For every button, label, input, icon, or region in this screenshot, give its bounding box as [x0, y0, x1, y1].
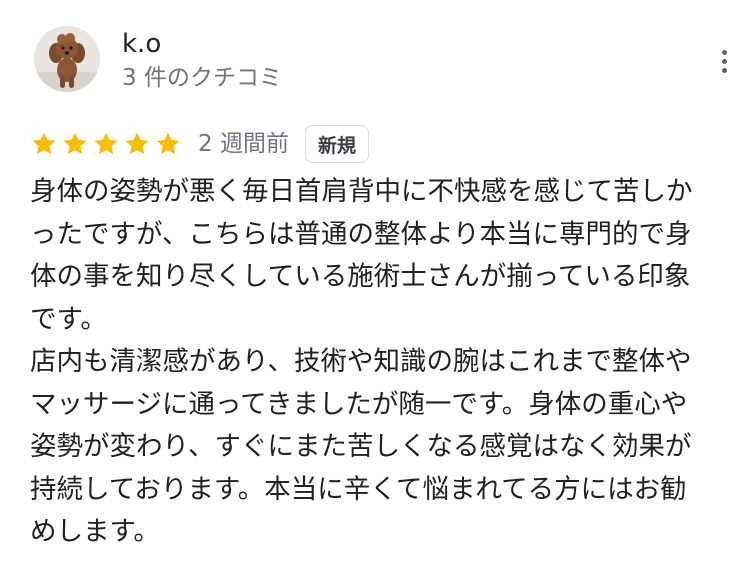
review-date: 2 週間前: [198, 131, 289, 157]
author-review-count[interactable]: 3 件のクチコミ: [122, 63, 282, 93]
review-text-line: 体の事を知り尽くしている施術士さんが揃っている印象: [30, 261, 691, 292]
star-icon: [123, 130, 151, 158]
star-rating: [30, 130, 182, 158]
review-text: 身体の姿勢が悪く毎日首肩背中に不快感を感じて苦しか ったですが、こちらは普通の整体…: [30, 171, 740, 554]
review-text-line: めします。: [30, 516, 160, 547]
rating-row: 2 週間前 新規: [30, 124, 369, 164]
review-text-line: です。: [30, 303, 107, 335]
poodle-dog-avatar-icon: [34, 26, 100, 92]
new-badge: 新規: [304, 125, 369, 163]
star-icon: [61, 130, 89, 158]
star-icon: [30, 130, 58, 158]
review-text-line: 身体の姿勢が悪く毎日首肩背中に不快感を感じて苦しか: [30, 176, 693, 207]
star-icon: [92, 130, 120, 158]
review-text-line: 姿勢が変わり、すぐにまた苦しくなる感覚はなく効果が: [30, 431, 692, 462]
review-header: k.o 3 件のクチコミ: [34, 26, 734, 96]
star-icon: [154, 130, 182, 158]
review-text-line: 持続しております。本当に辛くて悩まれてる方にはお勧: [30, 473, 687, 505]
review-text-line: マッサージに通ってきましたが随一です。身体の重心や: [30, 388, 688, 420]
author-name[interactable]: k.o: [122, 28, 161, 60]
review-card: k.o 3 件のクチコミ 2 週間前 新規 身体の姿勢が悪く毎日首肩背中に不快感…: [0, 0, 754, 578]
review-text-line: 店内も清潔感があり、技術や知識の腕はこれまで整体や: [30, 346, 692, 377]
avatar[interactable]: [34, 26, 100, 92]
more-vert-icon-dot-3: [721, 67, 727, 73]
more-options-button[interactable]: [714, 46, 734, 76]
review-text-line: ったですが、こちらは普通の整体より本当に専門的で身: [30, 218, 692, 250]
more-vert-icon: [721, 49, 727, 55]
more-vert-icon-dot-2: [721, 58, 727, 64]
